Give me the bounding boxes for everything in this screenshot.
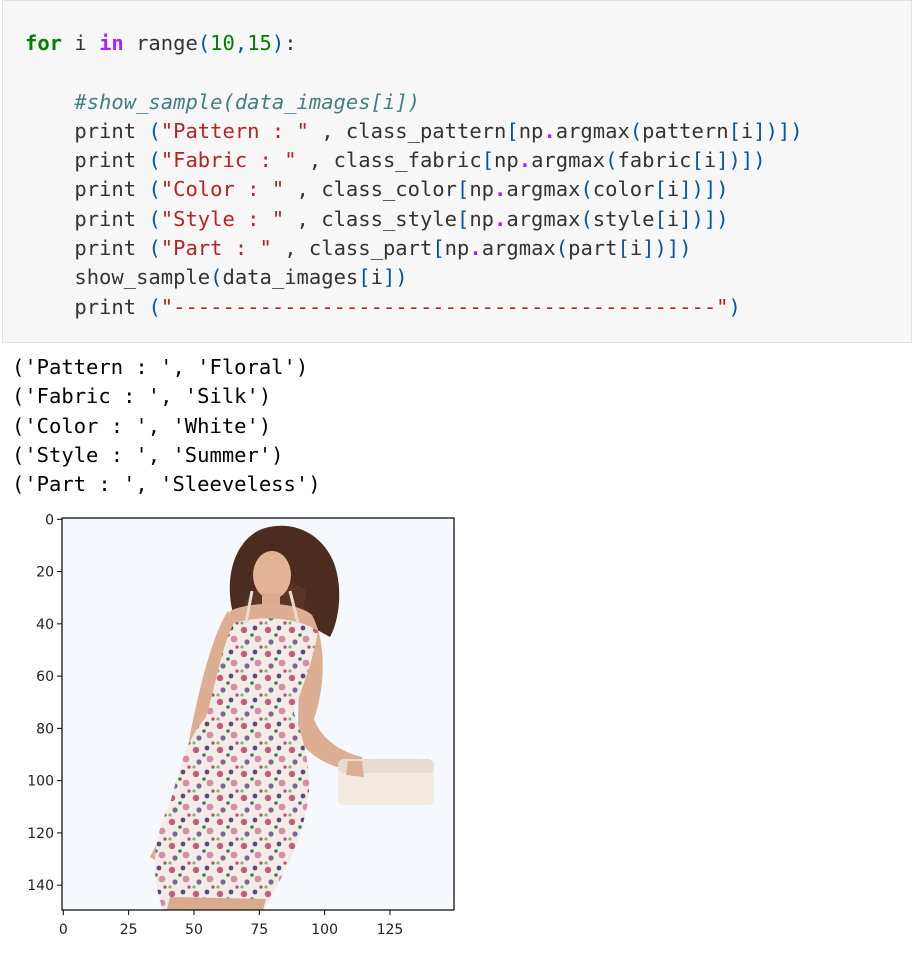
face	[253, 551, 291, 599]
kw-in: in	[99, 31, 124, 55]
range-call: range	[123, 31, 198, 55]
x-axis: 0 25 50 75 100 125	[59, 910, 403, 938]
colon: :	[284, 31, 297, 55]
y-tick-label: 60	[36, 669, 54, 685]
output-line: ('Fabric : ', 'Silk')	[12, 384, 272, 409]
x-tick-label: 100	[311, 922, 338, 938]
print-line: print ("Part : " , class_part[np.argmax(…	[74, 236, 692, 261]
show-sample-line: show_sample(data_images[i])	[74, 265, 408, 290]
y-axis: 0 20 40 60 80 100 120 140	[27, 512, 62, 894]
output-figure: 0 20 40 60 80 100 120 140 0 25 50 75 100 125	[27, 512, 455, 938]
x-tick-label: 50	[185, 922, 203, 938]
paren-open: (	[197, 31, 211, 55]
x-tick-label: 75	[250, 922, 268, 938]
print-line: print ("Fabric : " , class_fabric[np.arg…	[74, 148, 766, 173]
output-line: ('Color : ', 'White')	[12, 413, 272, 438]
range-comma: ,	[234, 31, 248, 55]
y-tick-label: 20	[36, 565, 54, 581]
loop-var: i	[62, 31, 100, 55]
paren-close: )	[271, 31, 285, 55]
output-line: ('Style : ', 'Summer')	[12, 442, 284, 467]
y-tick-label: 100	[27, 774, 54, 790]
y-tick-label: 140	[27, 878, 54, 894]
range-start: 10	[210, 31, 235, 55]
image-panel	[61, 517, 455, 911]
range-end: 15	[247, 31, 272, 55]
code-cell-input[interactable]: for i in range(10,15): #show_sample(data…	[2, 0, 912, 343]
code-comment: #show_sample(data_images[i])	[74, 89, 420, 114]
print-line: print ("Style : " , class_style[np.argma…	[74, 206, 729, 231]
print-line: print ("Color : " , class_color[np.argma…	[74, 177, 729, 202]
y-tick-label: 40	[36, 617, 54, 633]
print-line: print ("Pattern : " , class_pattern[np.a…	[74, 118, 803, 143]
y-tick-label: 80	[36, 721, 54, 737]
x-tick-label: 25	[120, 922, 138, 938]
output-line: ('Part : ', 'Sleeveless')	[12, 472, 321, 497]
kw-for: for	[25, 31, 63, 55]
cell-output-text: ('Pattern : ', 'Floral') ('Fabric : ', '…	[12, 353, 321, 499]
separator-print-line: print ("--------------------------------…	[74, 294, 741, 319]
y-tick-label: 120	[27, 826, 54, 842]
x-tick-label: 0	[59, 922, 68, 938]
code-editor[interactable]: for i in range(10,15): #show_sample(data…	[25, 29, 803, 322]
y-tick-label: 0	[45, 512, 54, 528]
output-line: ('Pattern : ', 'Floral')	[12, 355, 309, 379]
x-tick-label: 125	[377, 922, 404, 938]
